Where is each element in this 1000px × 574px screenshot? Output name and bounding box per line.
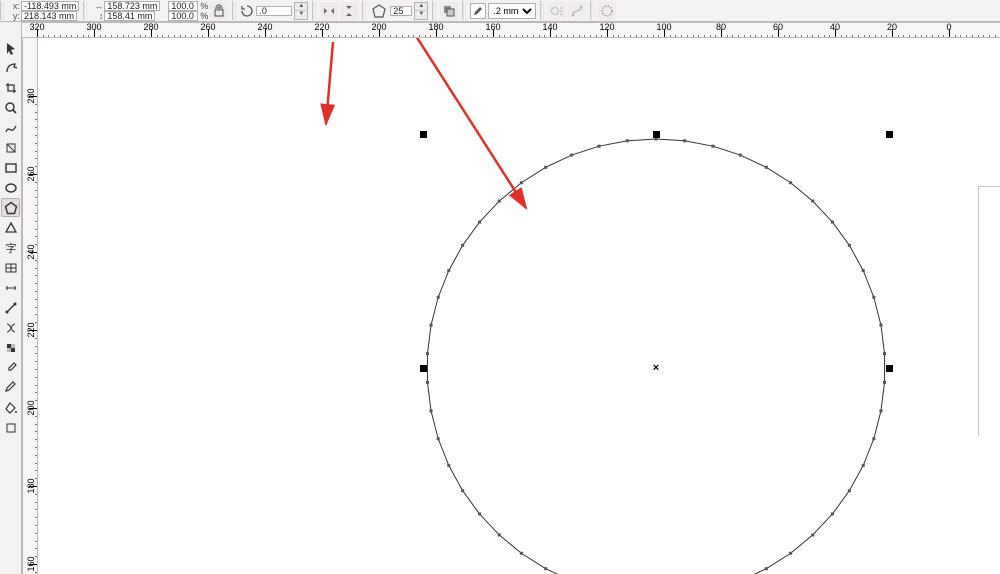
transparency-tool[interactable] <box>1 338 20 357</box>
pos-x-label: x: <box>8 1 20 11</box>
shape-tool[interactable] <box>1 58 20 77</box>
dimension-tool[interactable] <box>1 278 20 297</box>
drawing-canvas[interactable]: × <box>38 38 1000 574</box>
outline-tool[interactable] <box>1 378 20 397</box>
points-group: 25 ▲▼ <box>366 0 432 21</box>
eyedropper-tool[interactable] <box>1 358 20 377</box>
table-tool[interactable] <box>1 258 20 277</box>
freehand-tool[interactable] <box>1 118 20 137</box>
toolbox: 字 <box>0 22 22 574</box>
zoom-tool[interactable] <box>1 98 20 117</box>
interactive-fill-tool[interactable] <box>1 418 20 437</box>
options-icon[interactable] <box>598 2 616 20</box>
height-icon: ↕ <box>91 11 103 21</box>
selection-handle[interactable] <box>420 131 427 138</box>
pick-tool[interactable] <box>1 38 20 57</box>
outline-width-select[interactable]: .2 mm <box>488 3 536 19</box>
annotation-arrow <box>416 38 526 208</box>
crop-tool[interactable] <box>1 78 20 97</box>
size-group: ↔ 158.723 mm ↕ 158.41 mm <box>87 0 164 21</box>
to-front-icon[interactable] <box>440 2 458 20</box>
scale-x-input[interactable]: 100.0 <box>168 1 198 11</box>
convert-to-curves-icon[interactable] <box>568 2 586 20</box>
vertical-ruler[interactable]: 280260240220200180160 <box>22 38 38 574</box>
percent-label: % <box>200 11 208 21</box>
mirror-horizontal-icon[interactable] <box>320 2 338 20</box>
docker-panel-edge[interactable] <box>978 186 1000 436</box>
text-tool[interactable]: 字 <box>1 238 20 257</box>
outline-pen-icon[interactable] <box>470 3 486 19</box>
mirror-vertical-icon[interactable] <box>340 2 358 20</box>
rotation-stepper[interactable]: ▲▼ <box>294 2 308 20</box>
pos-y-label: y: <box>8 11 20 21</box>
points-input[interactable]: 25 <box>390 6 412 16</box>
mesh-fill-tool[interactable] <box>1 318 20 337</box>
connector-tool[interactable] <box>1 298 20 317</box>
width-icon: ↔ <box>91 1 103 11</box>
polygon-object <box>427 139 884 574</box>
rotation-input[interactable]: .0 <box>256 6 292 16</box>
scale-group: 100.0 % 100.0 % <box>164 0 232 21</box>
ellipse-tool[interactable] <box>1 178 20 197</box>
smart-fill-tool[interactable] <box>1 138 20 157</box>
polygon-tool[interactable] <box>1 198 20 217</box>
property-bar: x: -118.493 mm y: 218.143 mm ↔ 158.723 m… <box>0 0 1000 22</box>
rectangle-tool[interactable] <box>1 158 20 177</box>
percent-label: % <box>200 1 208 11</box>
rotation-group: .0 ▲▼ <box>236 0 312 21</box>
horizontal-ruler[interactable]: 3203002802602402202001801601401201008060… <box>22 22 1000 38</box>
pos-y-input[interactable]: 218.143 mm <box>21 11 77 21</box>
selection-handle[interactable] <box>653 131 660 138</box>
selection-center-mark[interactable]: × <box>653 362 659 374</box>
artwork-svg <box>38 38 1000 574</box>
wrap-text-icon[interactable] <box>548 2 566 20</box>
height-input[interactable]: 158.41 mm <box>104 11 155 21</box>
polygon-points-icon <box>370 2 388 20</box>
points-stepper[interactable]: ▲▼ <box>414 2 428 20</box>
selection-handle[interactable] <box>420 365 427 372</box>
pos-x-input[interactable]: -118.493 mm <box>21 1 79 11</box>
width-input[interactable]: 158.723 mm <box>104 1 160 11</box>
scale-y-input[interactable]: 100.0 <box>168 11 198 21</box>
basic-shapes-tool[interactable] <box>1 218 20 237</box>
selection-handle[interactable] <box>886 131 893 138</box>
selection-handle[interactable] <box>886 365 893 372</box>
fill-tool[interactable] <box>1 398 20 417</box>
outline-group: .2 mm <box>466 0 540 21</box>
svg-text:字: 字 <box>5 241 16 255</box>
annotation-arrow <box>326 42 333 124</box>
rotation-icon <box>240 2 254 20</box>
position-group: x: -118.493 mm y: 218.143 mm <box>4 0 83 21</box>
lock-ratio-icon[interactable] <box>210 2 228 20</box>
